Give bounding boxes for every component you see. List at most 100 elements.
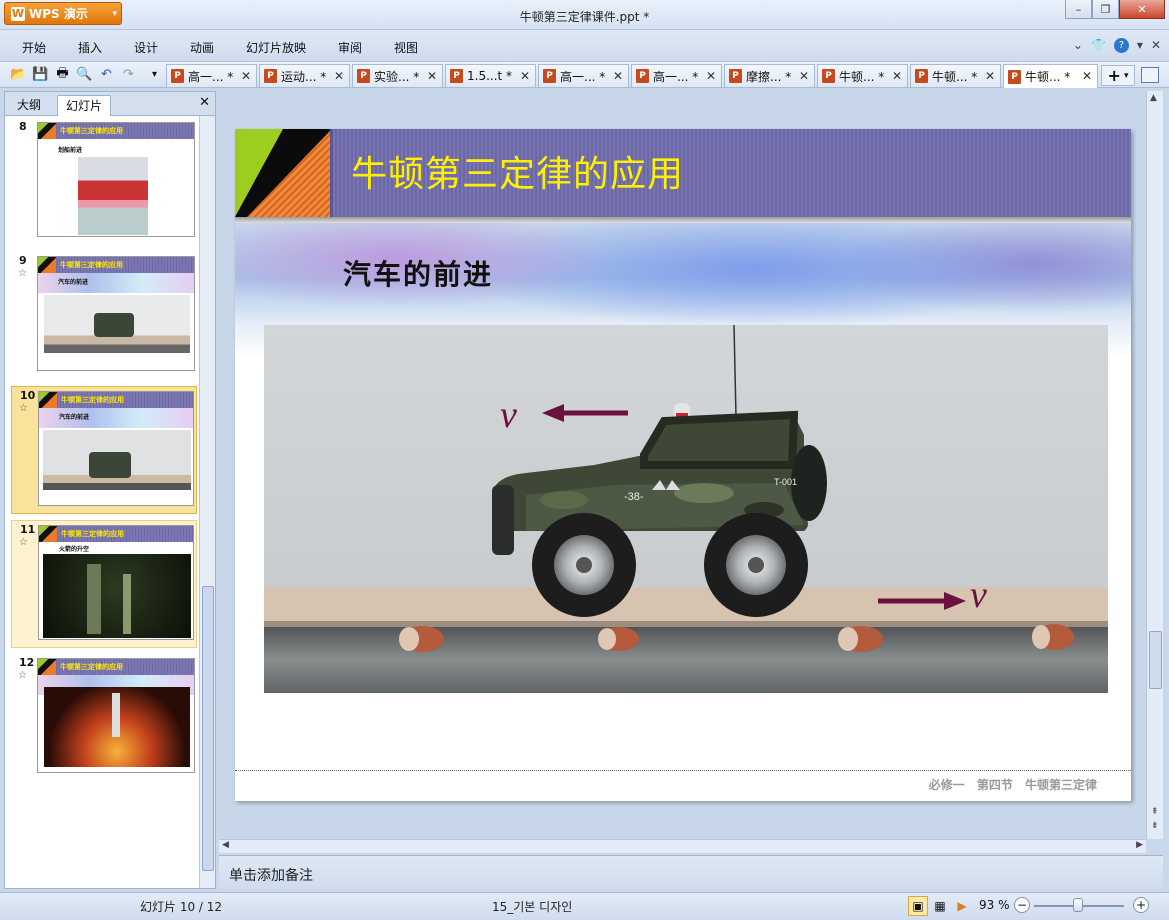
close-tab-icon[interactable]: ✕ — [427, 69, 437, 83]
close-tab-icon[interactable]: ✕ — [892, 69, 902, 83]
undo-icon[interactable]: ↶ — [98, 66, 115, 83]
thumbnail-slide-12[interactable]: 12 ☆ 牛顿第三定律的应用 — [11, 654, 197, 782]
close-tab-icon[interactable]: ✕ — [613, 69, 623, 83]
tab-slides[interactable]: 幻灯片 — [57, 95, 112, 116]
doc-tab-6[interactable]: P 高一... * ✕ — [631, 64, 722, 87]
menu-animation[interactable]: 动画 — [190, 39, 214, 56]
slide-number: 8 — [19, 120, 27, 133]
close-tab-icon[interactable]: ✕ — [1082, 69, 1092, 83]
theme-name: 15_기본 디자인 — [492, 900, 573, 914]
close-tab-icon[interactable]: ✕ — [334, 69, 344, 83]
menu-slideshow[interactable]: 幻灯片放映 — [246, 39, 306, 56]
close-tab-icon[interactable]: ✕ — [520, 69, 530, 83]
doc-tab-label: 高一... * — [188, 69, 234, 84]
scrollbar-thumb[interactable] — [202, 586, 214, 871]
doc-tab-10-active[interactable]: P 牛顿... * ✕ — [1003, 64, 1098, 88]
header-corner-graphic — [235, 129, 330, 217]
thumbnail-slide-10[interactable]: 10 ☆ 牛顿第三定律的应用 汽车的前进 — [11, 386, 197, 514]
zoom-in-button[interactable]: + — [1133, 897, 1149, 913]
help-icon[interactable]: ? — [1113, 38, 1129, 53]
doc-tab-8[interactable]: P 牛顿... * ✕ — [817, 64, 908, 87]
slide-sorter-icon[interactable]: ▦ — [930, 896, 950, 916]
close-tab-icon[interactable]: ✕ — [706, 69, 716, 83]
collapse-ribbon-icon[interactable]: ⌄ — [1073, 38, 1083, 53]
ppt-file-icon: P — [450, 69, 463, 83]
zoom-slider-knob[interactable] — [1073, 898, 1083, 912]
ppt-file-icon: P — [915, 69, 928, 83]
tab-outline[interactable]: 大纲 — [9, 95, 49, 116]
thumbnail-slide-9[interactable]: 9 ☆ 牛顿第三定律的应用 汽车的前进 — [11, 252, 197, 380]
velocity-label-bottom: v — [970, 574, 987, 616]
horizontal-scrollbar[interactable]: ◀ ▶ — [219, 839, 1146, 853]
scroll-up-icon[interactable]: ▲ — [1150, 93, 1157, 103]
animation-star-icon: ☆ — [19, 403, 28, 414]
doc-tab-label: 摩擦... * — [746, 69, 792, 84]
open-icon[interactable]: 📂 — [10, 66, 27, 83]
thumbnail-scrollbar[interactable] — [199, 116, 215, 888]
doc-tab-label: 1.5...t * — [467, 69, 513, 83]
print-preview-icon[interactable]: 🔍 — [76, 66, 93, 83]
doc-tab-2[interactable]: P 运动... * ✕ — [259, 64, 350, 87]
close-doc-icon[interactable]: ✕ — [1151, 38, 1161, 53]
close-tab-icon[interactable]: ✕ — [985, 69, 995, 83]
doc-tab-4[interactable]: P 1.5...t * ✕ — [445, 64, 536, 87]
skin-icon[interactable]: 👕 — [1091, 38, 1106, 53]
slide-header: 牛顿第三定律的应用 — [235, 129, 1131, 217]
slide-number: 10 — [20, 389, 36, 402]
car-photo — [43, 430, 191, 490]
vertical-scrollbar[interactable]: ▲ ⇞ ⇟ — [1146, 91, 1163, 839]
close-tab-icon[interactable]: ✕ — [799, 69, 809, 83]
menu-review[interactable]: 审阅 — [338, 39, 362, 56]
slide[interactable]: 牛顿第三定律的应用 汽车的前进 -38- T-001 v v 必修一 第四节 牛… — [235, 129, 1131, 801]
close-button[interactable]: ✕ — [1119, 0, 1165, 19]
close-panel-icon[interactable]: ✕ — [199, 95, 210, 110]
close-tab-icon[interactable]: ✕ — [241, 69, 251, 83]
slideshow-icon[interactable]: ▶ — [952, 896, 972, 916]
minimize-button[interactable]: – — [1065, 0, 1092, 19]
car-photo[interactable]: -38- T-001 v v — [264, 325, 1108, 693]
thumb-title: 牛顿第三定律的应用 — [61, 530, 124, 538]
notes-placeholder[interactable]: 单击添加备注 — [229, 865, 313, 885]
doc-tab-label: 运动... * — [281, 69, 327, 84]
new-tab-button[interactable]: + ▾ — [1101, 65, 1135, 86]
ppt-file-icon: P — [357, 69, 370, 83]
ppt-file-icon: P — [171, 69, 184, 83]
zoom-level[interactable]: 93 % — [979, 898, 1010, 912]
title-bar: W WPS 演示 ▾ 牛顿第三定律课件.ppt * – ❐ ✕ — [0, 0, 1169, 30]
prev-slide-icon[interactable]: ⇞ — [1151, 807, 1159, 817]
help-dropdown-icon[interactable]: ▾ — [1137, 38, 1143, 53]
rowing-photo — [78, 157, 148, 235]
menu-view[interactable]: 视图 — [394, 39, 418, 56]
thumb-subtitle: 划船前进 — [58, 147, 83, 154]
customize-toolbar-icon[interactable]: ▾ — [146, 66, 163, 83]
slide-subtitle[interactable]: 汽车的前进 — [343, 253, 493, 293]
scroll-right-icon[interactable]: ▶ — [1136, 840, 1143, 850]
doc-tab-5[interactable]: P 高一... * ✕ — [538, 64, 629, 87]
zoom-out-button[interactable]: − — [1014, 897, 1030, 913]
scroll-left-icon[interactable]: ◀ — [222, 840, 229, 850]
doc-tab-1[interactable]: P 高一... * ✕ — [166, 64, 257, 87]
print-icon[interactable]: 🖶 — [54, 66, 71, 83]
thumb-subtitle: 火箭的升空 — [59, 546, 90, 553]
restore-button[interactable]: ❐ — [1092, 0, 1119, 19]
ppt-file-icon: P — [636, 69, 649, 83]
menu-design[interactable]: 设计 — [134, 39, 158, 56]
tab-switch-icon[interactable] — [1141, 67, 1159, 83]
doc-tab-label: 实验... * — [374, 69, 420, 84]
slide-title[interactable]: 牛顿第三定律的应用 — [351, 145, 684, 197]
normal-view-icon[interactable]: ▣ — [908, 896, 928, 916]
doc-tab-9[interactable]: P 牛顿... * ✕ — [910, 64, 1001, 87]
scrollbar-thumb[interactable] — [1149, 631, 1162, 689]
thumb-subtitle: 汽车的前进 — [59, 414, 90, 421]
car-number: -38- — [624, 491, 644, 503]
doc-tab-3[interactable]: P 实验... * ✕ — [352, 64, 443, 87]
redo-icon[interactable]: ↷ — [120, 66, 137, 83]
save-icon[interactable]: 💾 — [32, 66, 49, 83]
next-slide-icon[interactable]: ⇟ — [1151, 821, 1159, 831]
doc-tab-7[interactable]: P 摩擦... * ✕ — [724, 64, 815, 87]
notes-pane[interactable]: 单击添加备注 — [219, 855, 1163, 889]
menu-home[interactable]: 开始 — [22, 39, 46, 56]
thumbnail-slide-11[interactable]: 11 ☆ 牛顿第三定律的应用 火箭的升空 — [11, 520, 197, 648]
menu-insert[interactable]: 插入 — [78, 39, 102, 56]
thumbnail-slide-8[interactable]: 8 牛顿第三定律的应用 划船前进 — [11, 118, 197, 246]
